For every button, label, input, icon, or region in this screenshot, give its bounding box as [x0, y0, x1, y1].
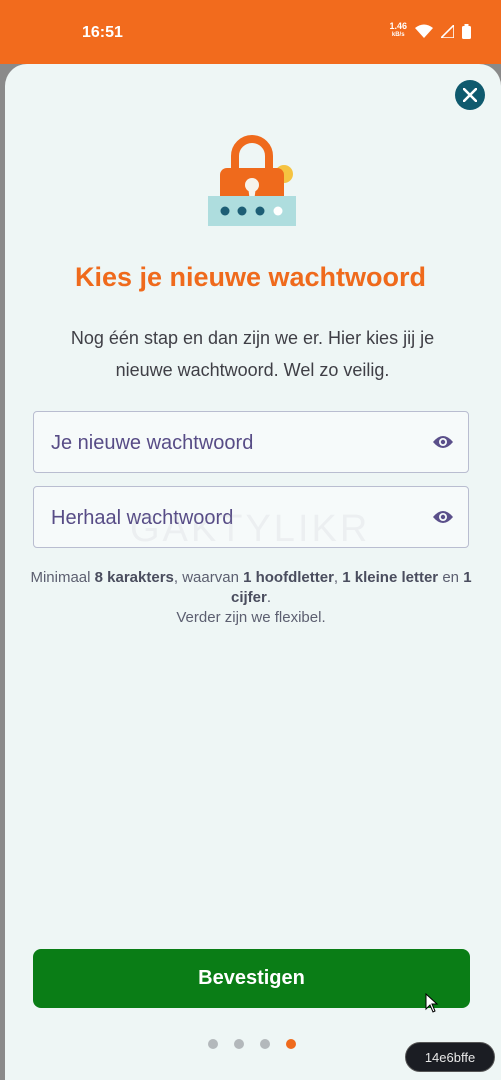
hint-bold: 1 kleine letter — [342, 569, 439, 586]
mouse-cursor-icon — [425, 993, 439, 1013]
new-password-input[interactable] — [49, 412, 423, 474]
network-speed-unit: kB/s — [391, 32, 405, 38]
hint-text: Minimaal — [30, 569, 95, 586]
hint-line-2: Verder zijn we flexibel. — [176, 609, 326, 626]
pagination-dot — [260, 1039, 270, 1049]
hash-badge: 14e6bffe — [405, 1042, 495, 1072]
hint-text: , — [333, 569, 343, 586]
status-bar: 16:51 1.46 kB/s — [0, 0, 501, 64]
close-icon — [463, 88, 477, 102]
pagination-dots — [208, 1039, 296, 1049]
watermark: GAKTYLIKR — [130, 508, 371, 550]
network-speed: 1.46 kB/s — [389, 22, 407, 40]
hint-text: en — [438, 569, 464, 586]
hint-text: , waarvan — [173, 569, 244, 586]
battery-icon — [462, 23, 471, 39]
dialog-intro: Nog één stap en dan zijn we er. Hier kie… — [70, 328, 435, 380]
dialog-title: Kies je nieuwe wachtwoord — [74, 262, 427, 292]
wifi-icon — [415, 24, 433, 38]
network-speed-value: 1.46 — [389, 21, 407, 31]
eye-icon[interactable] — [432, 433, 454, 451]
lock-illustration — [208, 135, 296, 226]
hint-text: . — [266, 589, 272, 606]
hint-bold: 1 hoofdletter — [243, 569, 334, 586]
confirm-button[interactable]: Bevestigen — [33, 949, 470, 1008]
close-button[interactable] — [455, 80, 485, 110]
eye-icon[interactable] — [432, 508, 454, 526]
pagination-dot — [234, 1039, 244, 1049]
status-time: 16:51 — [82, 24, 123, 41]
pagination-dot — [208, 1039, 218, 1049]
signal-icon — [441, 24, 454, 38]
status-icons: 1.46 kB/s — [389, 22, 471, 40]
hint-bold: 8 karakters — [94, 569, 174, 586]
password-requirements: Minimaal 8 karakters, waarvan 1 hoofdlet… — [30, 568, 472, 628]
new-password-field[interactable] — [33, 411, 469, 474]
pagination-dot-active — [286, 1039, 296, 1049]
